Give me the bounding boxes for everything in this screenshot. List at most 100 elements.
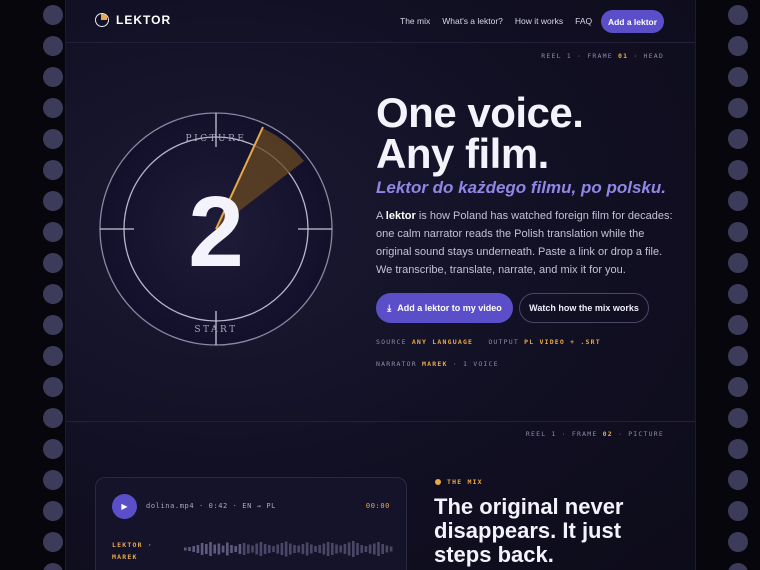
sprocket-hole [728,439,748,459]
source-value: ANY LANGUAGE [411,338,474,346]
sprocket-hole [728,532,748,552]
add-lektor-button[interactable]: ⤓ Add a lektor to my video [376,293,513,323]
narrator-value: MAREK [422,360,448,368]
output-label: OUTPUT [488,338,519,346]
nav-item-faq[interactable]: FAQ [575,16,592,26]
site-header: LEKTOR The mix What's a lektor? How it w… [66,0,695,43]
waveform-bar [280,543,284,555]
reel-frame-indicator-2: REEL 1 · FRAME 02 · PICTURE [526,430,664,438]
reel-frame-number: 01 [617,52,629,60]
logo[interactable]: LEKTOR [95,13,171,27]
sprocket-hole [43,346,63,366]
sprocket-hole [728,346,748,366]
headline-line-2: Any film. [376,130,549,177]
waveform-bar [347,542,351,556]
waveform-bar [360,545,363,553]
source-label: SOURCE [376,338,407,346]
waveform-bar [318,545,321,553]
sprocket-hole [43,284,63,304]
track-label-line-1: LEKTOR · [112,541,153,549]
waveform-bar [259,542,263,556]
audio-player-card: ▶ dolina.mp4 · 0:42 · EN → PL 00:00 LEKT… [95,477,407,570]
waveform-bar [305,542,309,556]
body-prefix: A [376,210,386,222]
sprocket-hole [43,439,63,459]
waveform-bar [221,545,225,553]
waveform-bar [205,544,208,554]
sprocket-hole [728,408,748,428]
waveform-bar [289,543,292,555]
sprocket-hole [43,5,63,25]
filmstrip-right [695,0,760,570]
play-icon[interactable]: ▶ [112,494,137,519]
waveform-bar [184,547,187,551]
sprocket-hole [728,36,748,56]
narrator-suffix: · 1 VOICE [452,360,499,368]
reel-dial-icon [95,13,109,27]
waveform-bar [188,547,191,551]
waveform-bar [251,545,254,553]
dial-bottom-label: START [194,325,237,335]
waveform-bar [356,543,359,555]
waveform-bar [230,545,233,553]
hero-body: A lektor is how Poland has watched forei… [376,207,676,279]
sprocket-hole [43,253,63,273]
waveform-bar [322,543,326,555]
track-label-line-2: MAREK [112,553,138,561]
waveform-bar [335,544,338,554]
waveform-bar [209,542,212,556]
waveform-bar [213,544,216,554]
waveform-bar [272,546,275,552]
countdown-dial: PICTURE START 2 [99,112,333,346]
sprocket-hole [43,563,63,570]
waveform-bar [247,544,250,554]
sprocket-hole [728,315,748,335]
nav-item-how-it-works[interactable]: How it works [515,16,563,26]
narrator-label: NARRATOR [376,360,417,368]
sprocket-hole [43,36,63,56]
sprocket-hole [43,315,63,335]
waveform-bar [343,544,347,554]
nav-item-the-mix[interactable]: The mix [400,16,430,26]
reel-prefix-2: REEL 1 · FRAME [525,430,598,438]
sprocket-hole [728,470,748,490]
reel-frame-indicator: REEL 1 · FRAME 01 · HEAD [541,52,664,60]
add-lektor-nav-button[interactable]: Add a lektor [601,10,664,33]
watch-mix-button[interactable]: Watch how the mix works [519,293,649,323]
sprocket-hole [728,253,748,273]
waveform-bar [377,542,380,556]
sprocket-hole [728,501,748,521]
sprocket-hole [43,129,63,149]
waveform-bar [373,543,376,555]
source-output-meta: SOURCE ANY LANGUAGE OUTPUT PL VIDEO + .S… [376,338,601,346]
sprocket-hole [728,222,748,242]
nav-item-whats-a-lektor[interactable]: What's a lektor? [442,16,503,26]
body-rest: is how Poland has watched foreign film f… [376,210,673,276]
sprocket-hole [728,284,748,304]
eyebrow-dot [435,479,441,485]
waveform-bar [364,546,368,552]
waveform-bar [226,542,229,556]
sprocket-hole [43,160,63,180]
waveform-bar [196,545,200,553]
waveform[interactable] [184,539,394,559]
sprocket-hole [728,5,748,25]
reel-prefix: REEL 1 · FRAME [541,52,613,60]
narrator-meta: NARRATOR MAREK · 1 VOICE [376,360,499,368]
waveform-bar [242,543,246,555]
sprocket-hole [43,532,63,552]
waveform-bar [368,544,372,554]
waveform-bar [297,545,300,553]
waveform-bar [293,545,296,553]
waveform-bar [217,543,221,555]
waveform-bar [284,541,288,557]
waveform-bar [263,544,267,554]
sprocket-hole [43,67,63,87]
body-bold-term: lektor [385,210,416,222]
logo-text: LEKTOR [116,13,172,27]
waveform-bar [200,543,204,555]
sprocket-hole [728,377,748,397]
waveform-bar [339,545,342,553]
section-divider [66,421,695,422]
waveform-bar [310,544,313,554]
